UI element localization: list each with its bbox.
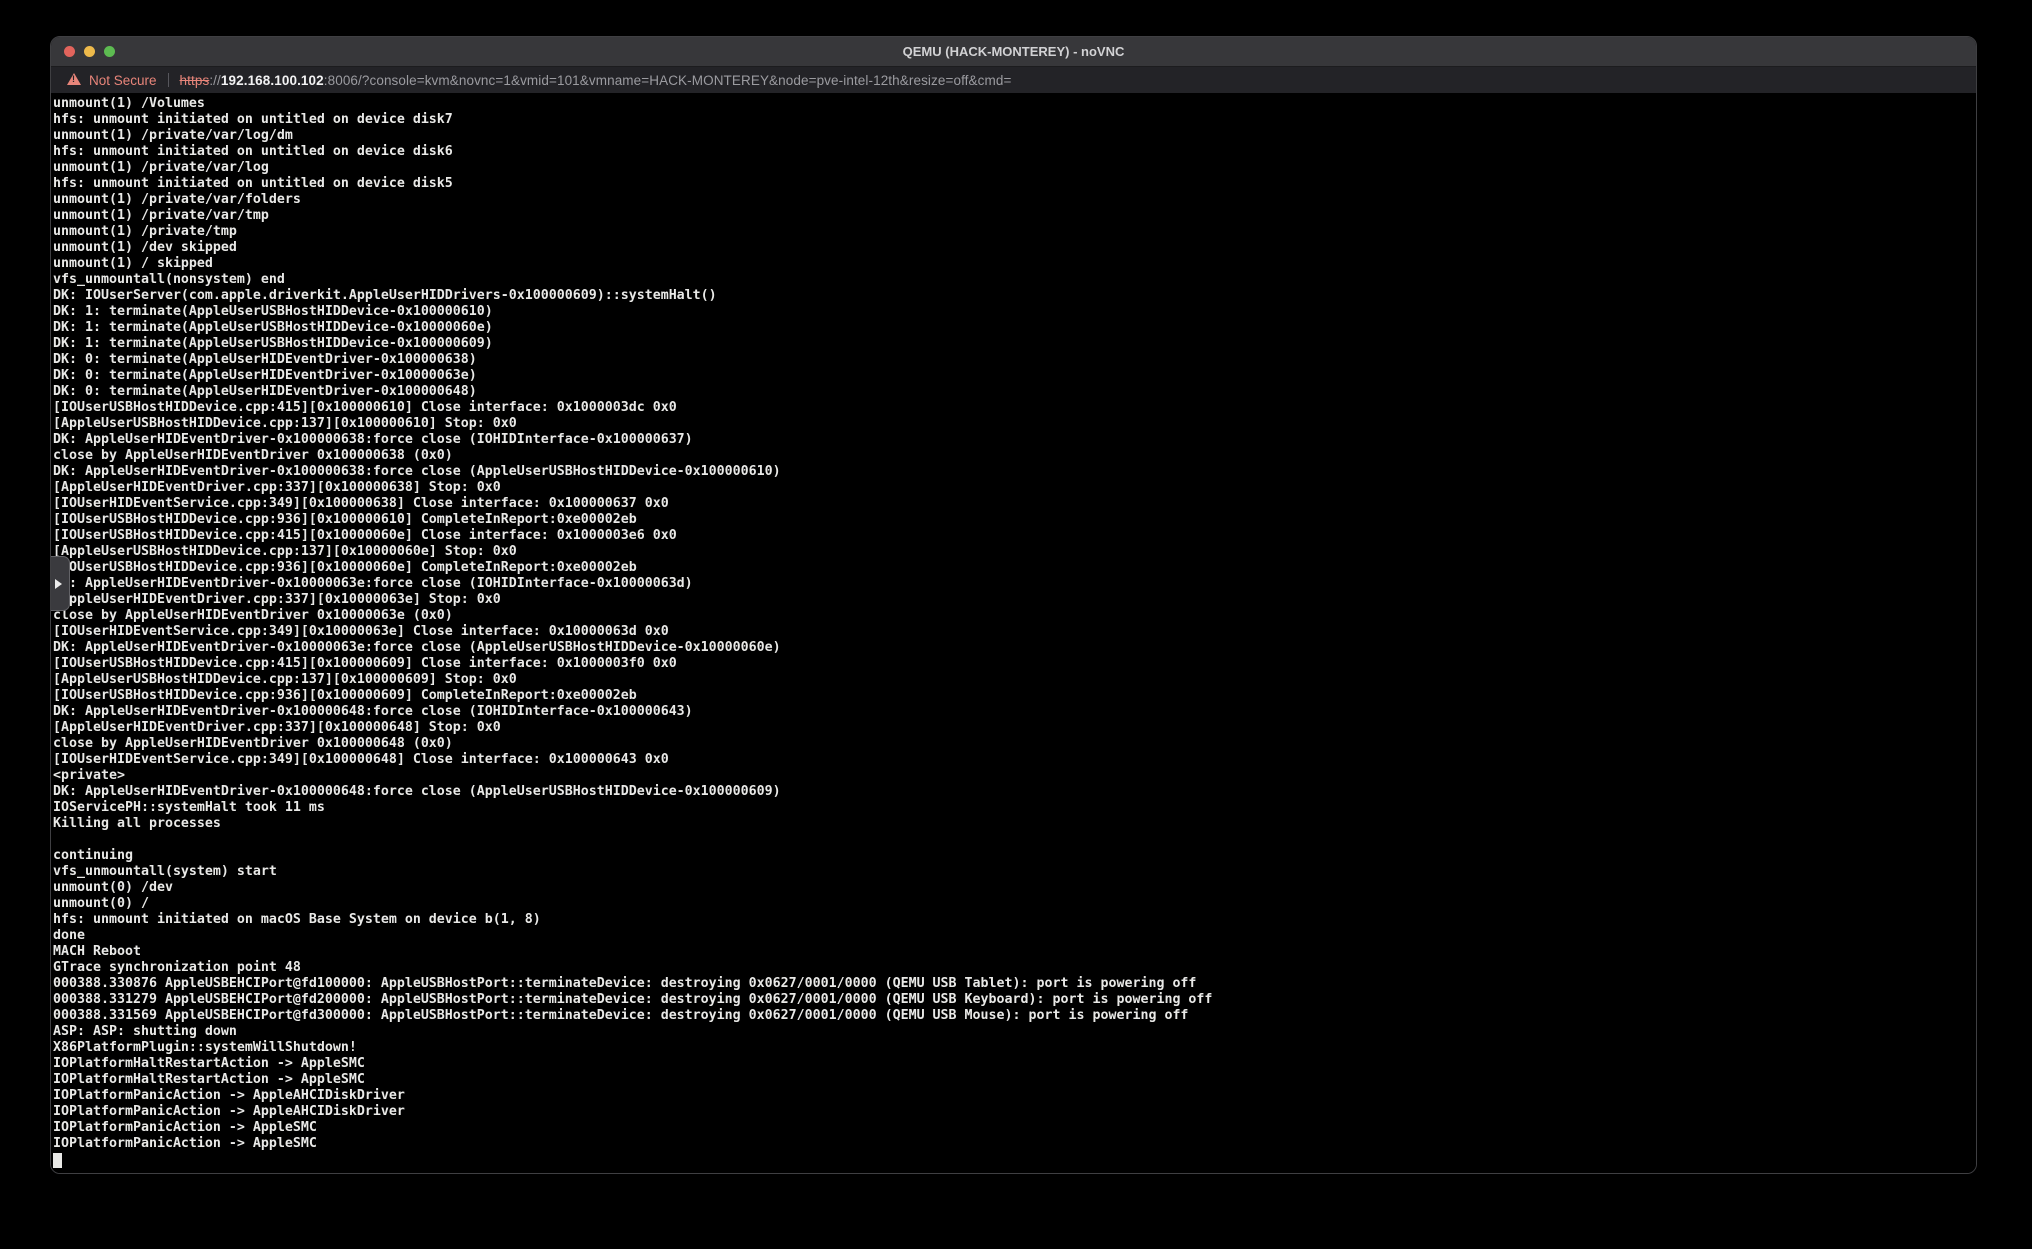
terminal-cursor bbox=[53, 1153, 62, 1168]
title-bar[interactable]: QEMU (HACK-MONTEREY) - noVNC bbox=[51, 37, 1976, 66]
desktop-background: QEMU (HACK-MONTEREY) - noVNC Not Secure … bbox=[0, 0, 2032, 1249]
address-bar[interactable]: Not Secure https://192.168.100.102:8006/… bbox=[51, 66, 1976, 93]
browser-window: QEMU (HACK-MONTEREY) - noVNC Not Secure … bbox=[50, 36, 1977, 1174]
address-bar-divider bbox=[168, 73, 169, 87]
novnc-control-handle[interactable] bbox=[51, 556, 70, 611]
url-path: :8006/?console=kvm&novnc=1&vmid=101&vmna… bbox=[324, 73, 1012, 88]
not-secure-badge[interactable]: Not Secure bbox=[89, 73, 157, 88]
vnc-screen[interactable]: unmount(1) /Volumes hfs: unmount initiat… bbox=[51, 93, 1976, 1173]
url-scheme: https bbox=[180, 73, 210, 88]
window-title: QEMU (HACK-MONTEREY) - noVNC bbox=[51, 37, 1976, 66]
chevron-right-icon bbox=[55, 579, 62, 589]
console-output: unmount(1) /Volumes hfs: unmount initiat… bbox=[51, 93, 1976, 1152]
url-text[interactable]: https://192.168.100.102:8006/?console=kv… bbox=[180, 73, 1012, 88]
url-host: 192.168.100.102 bbox=[221, 73, 324, 88]
warning-triangle-icon bbox=[67, 73, 81, 85]
url-scheme-separator: :// bbox=[209, 73, 221, 88]
